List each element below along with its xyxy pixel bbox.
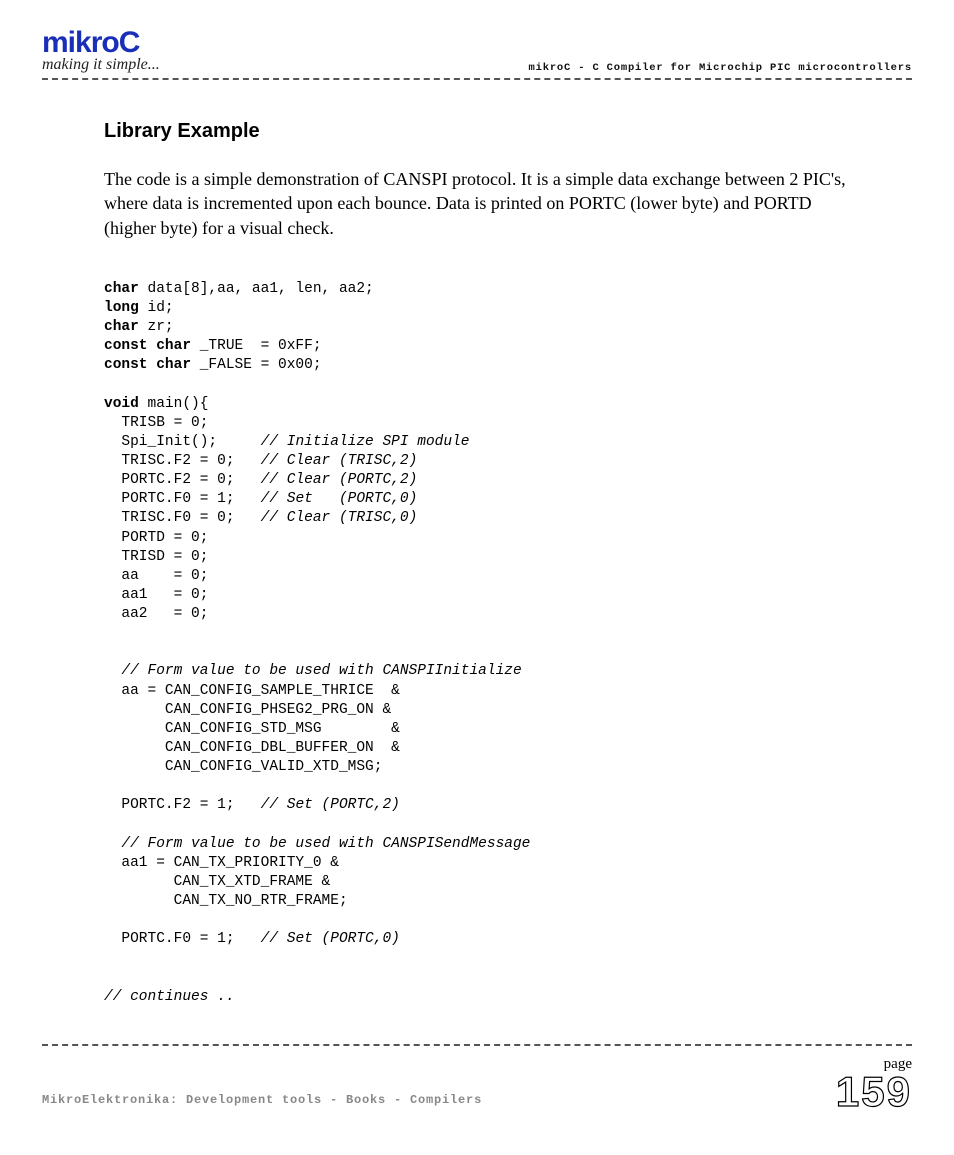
page-number: 159: [836, 1071, 912, 1113]
page-content: Library Example The code is a simple dem…: [42, 80, 912, 1007]
footer-right: page 159: [836, 1056, 912, 1113]
page-header: mikroC making it simple... mikroC - C Co…: [42, 28, 912, 76]
section-title: Library Example: [104, 120, 854, 143]
header-brand: mikroC: [529, 62, 572, 74]
header-subtitle: mikroC - C Compiler for Microchip PIC mi…: [529, 62, 912, 74]
footer-divider: [42, 1044, 912, 1046]
code-listing: char data[8],aa, aa1, len, aa2; long id;…: [104, 280, 854, 1007]
logo: mikroC: [42, 28, 912, 58]
page-footer: MikroElektronika: Development tools - Bo…: [42, 1044, 912, 1113]
footer-left-text: MikroElektronika: Development tools - Bo…: [42, 1093, 482, 1113]
footer-row: MikroElektronika: Development tools - Bo…: [42, 1056, 912, 1113]
header-desc: - C Compiler for Microchip PIC microcont…: [571, 62, 912, 74]
intro-paragraph: The code is a simple demonstration of CA…: [104, 167, 854, 240]
